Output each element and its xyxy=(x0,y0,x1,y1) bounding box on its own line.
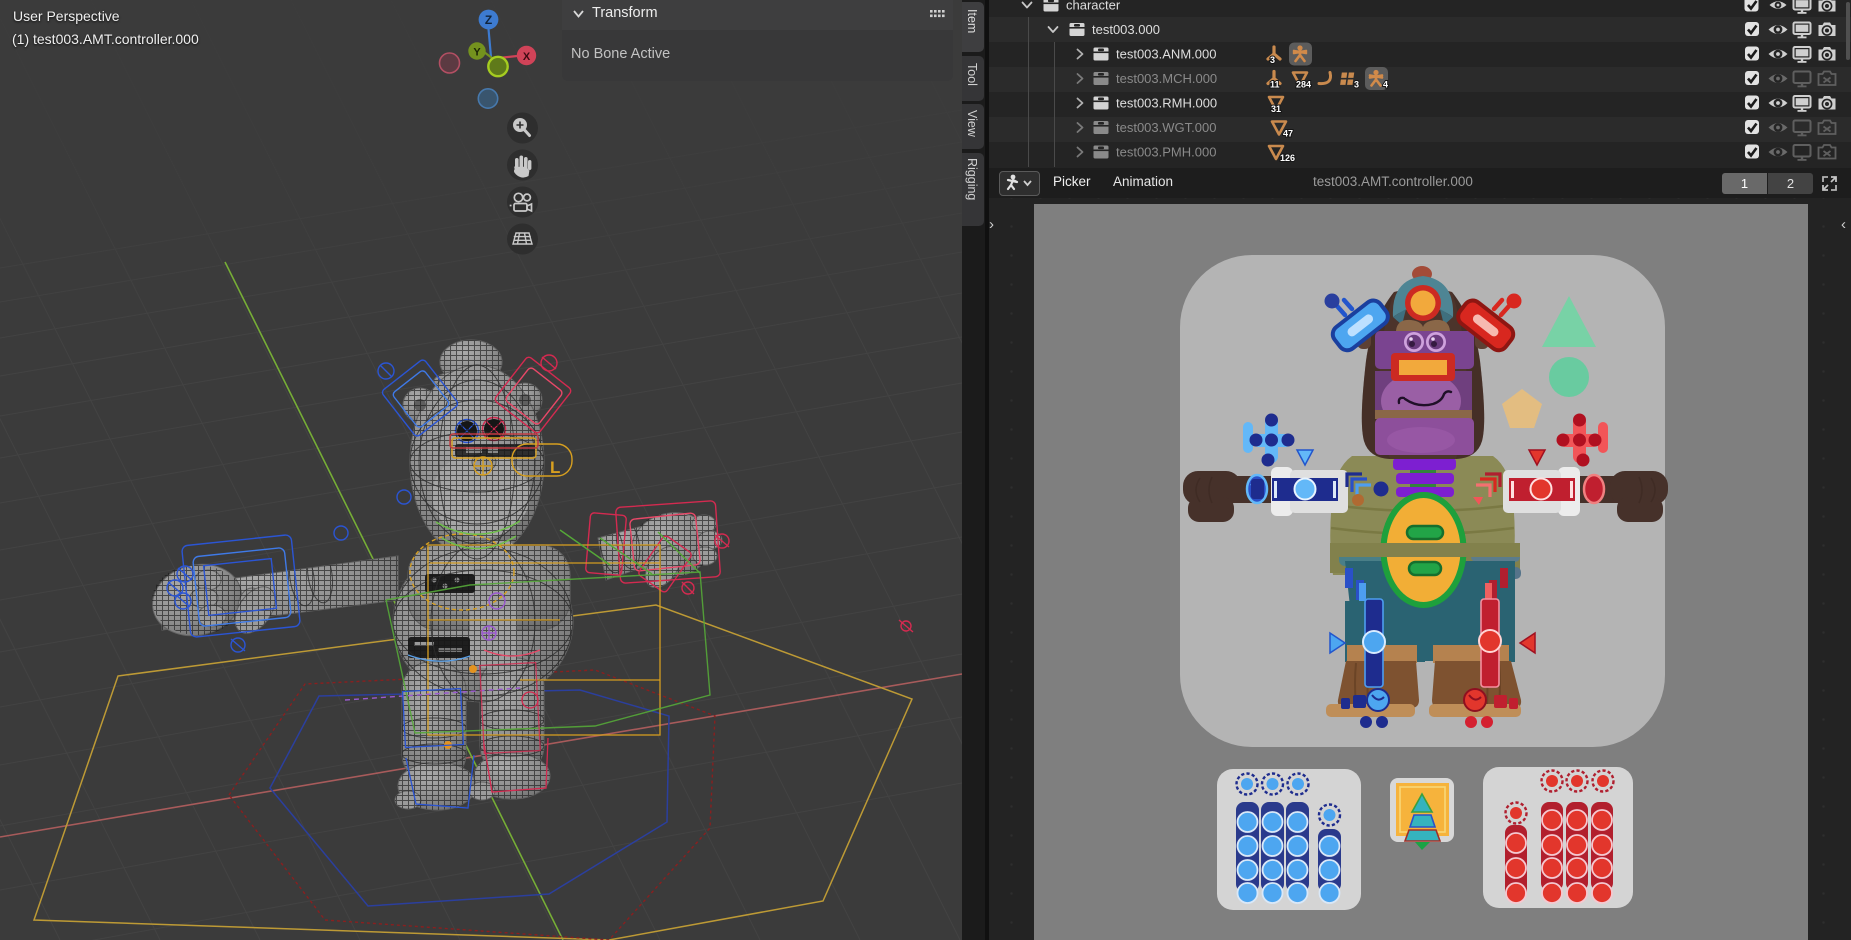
svg-text:test003.PMH.000: test003.PMH.000 xyxy=(1116,145,1216,160)
svg-text:test003.WGT.000: test003.WGT.000 xyxy=(1116,120,1216,135)
svg-text:126: 126 xyxy=(1280,153,1295,163)
svg-text:L: L xyxy=(550,458,560,477)
svg-text:Z: Z xyxy=(485,13,492,27)
svg-text:test003.RMH.000: test003.RMH.000 xyxy=(1116,96,1217,111)
svg-text:47: 47 xyxy=(1283,129,1293,139)
svg-text:character: character xyxy=(1066,0,1121,13)
svg-text:test003.ANM.000: test003.ANM.000 xyxy=(1116,47,1216,62)
svg-text:test003.MCH.000: test003.MCH.000 xyxy=(1116,71,1217,86)
svg-text:11: 11 xyxy=(1270,80,1280,90)
svg-text:test003.000: test003.000 xyxy=(1092,22,1160,37)
svg-text:Y: Y xyxy=(473,47,481,59)
svg-text:X: X xyxy=(523,51,531,63)
svg-text:31: 31 xyxy=(1271,104,1281,114)
svg-text:4: 4 xyxy=(1383,80,1388,90)
svg-text:3: 3 xyxy=(1354,80,1359,90)
svg-text:3: 3 xyxy=(1270,55,1275,65)
svg-text:284: 284 xyxy=(1296,80,1311,90)
